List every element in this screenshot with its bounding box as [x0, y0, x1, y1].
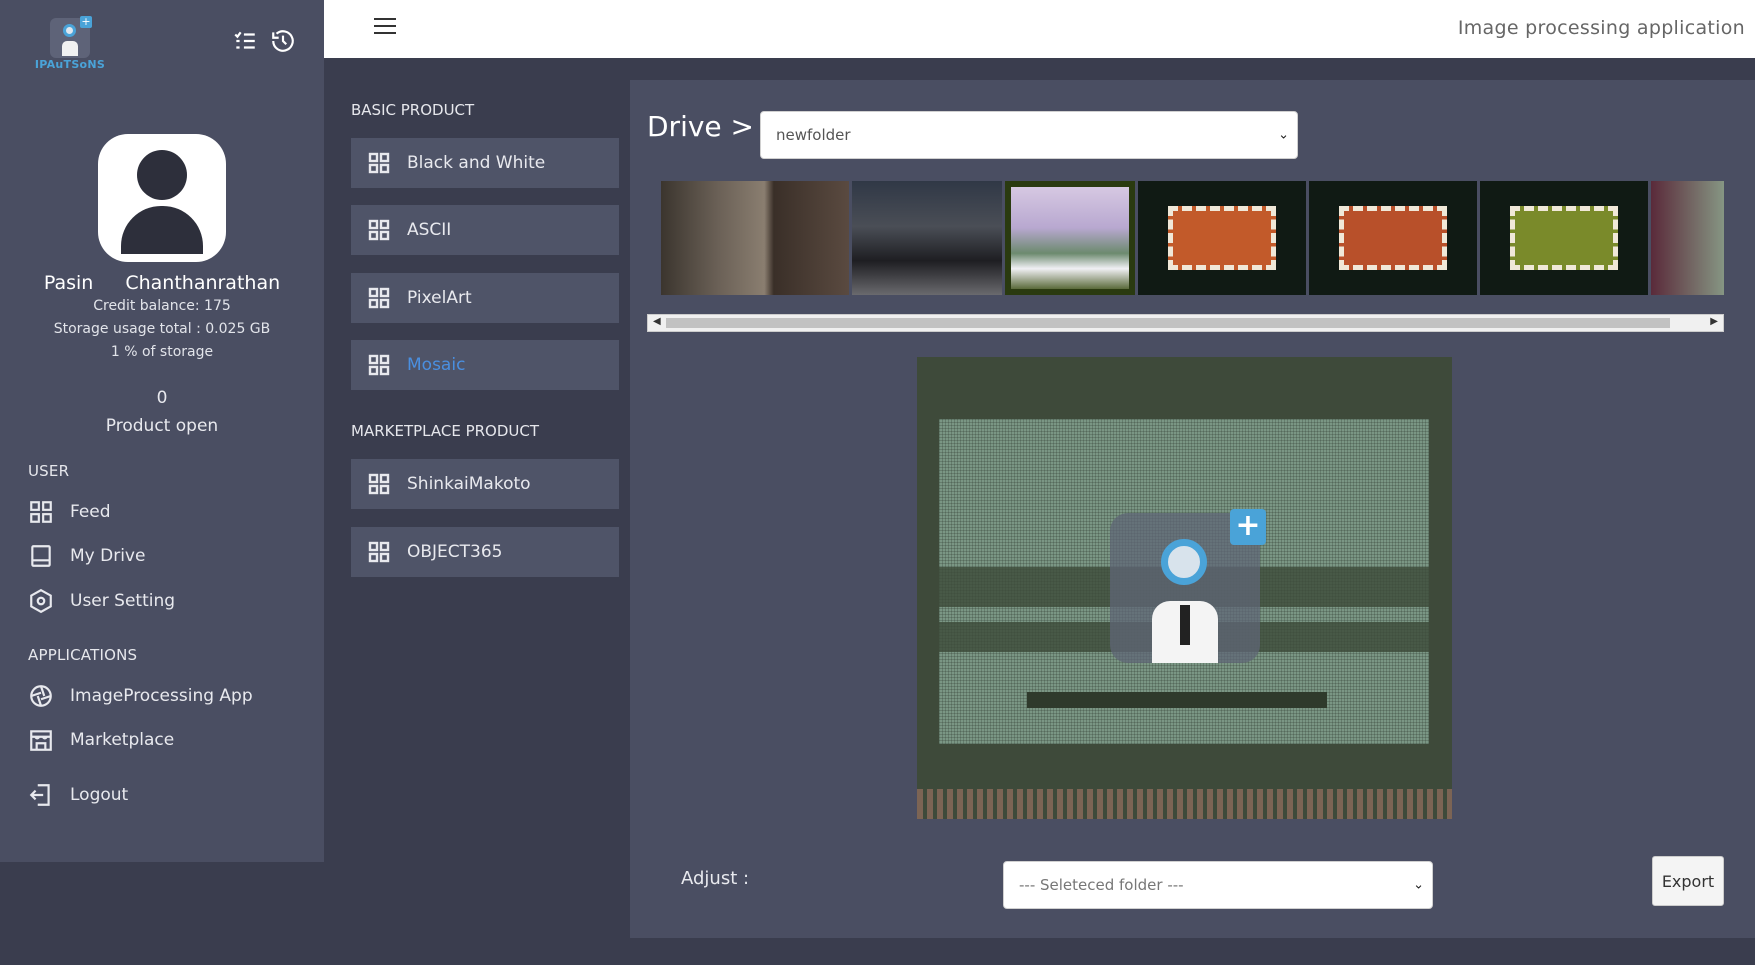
app-title: Image processing application — [1457, 17, 1745, 39]
nav-my-drive[interactable]: My Drive — [28, 542, 145, 570]
grid-icon — [368, 541, 390, 563]
chevron-down-icon: ⌄ — [1413, 877, 1424, 893]
folder-select[interactable]: newfolder ⌄ — [760, 111, 1298, 159]
product-mosaic[interactable]: Mosaic — [351, 340, 619, 390]
product-black-and-white[interactable]: Black and White — [351, 138, 619, 188]
thumbnail[interactable] — [1005, 181, 1135, 295]
scroll-right-icon[interactable]: ▶ — [1710, 316, 1718, 327]
user-name: Pasin Chanthanrathan — [43, 272, 281, 294]
nav-marketplace[interactable]: Marketplace — [28, 726, 174, 754]
drive-icon — [31, 545, 51, 567]
settings-hex-icon — [30, 588, 52, 614]
product-count: 0 — [156, 388, 168, 408]
product-pixelart[interactable]: PixelArt — [351, 273, 619, 323]
app-logo-icon: + — [1110, 509, 1266, 663]
task-list-icon[interactable] — [232, 28, 258, 54]
nav-user-setting[interactable]: User Setting — [28, 587, 175, 615]
app-logo[interactable]: + IPAuTSoNS — [34, 16, 106, 72]
grid-icon — [368, 287, 390, 309]
logo-icon: + — [50, 16, 92, 58]
user-icon — [137, 150, 187, 200]
user-section-title: USER — [28, 462, 70, 480]
thumbnail[interactable] — [1480, 181, 1648, 295]
sidebar: + IPAuTSoNS Pasin Chanthanrathan Credit b… — [0, 0, 324, 862]
storage-percent: 1 % of storage — [110, 344, 214, 360]
history-icon[interactable] — [270, 28, 296, 54]
storage-total: Storage usage total : 0.025 GB — [53, 321, 271, 337]
nav-imageprocessing-app[interactable]: ImageProcessing App — [28, 682, 253, 710]
thumbnail[interactable] — [1138, 181, 1306, 295]
thumbnail[interactable] — [1651, 181, 1724, 295]
logout-icon — [29, 784, 50, 806]
product-open-label: Product open — [105, 416, 219, 436]
chevron-down-icon: ⌄ — [1278, 127, 1289, 143]
logo-text: IPAuTSoNS — [34, 58, 106, 71]
thumbnail[interactable] — [852, 181, 1002, 295]
applications-section-title: APPLICATIONS — [28, 646, 138, 664]
product-ascii[interactable]: ASCII — [351, 205, 619, 255]
grid-icon — [368, 152, 390, 174]
logout-link[interactable]: Logout — [28, 781, 128, 809]
product-object365[interactable]: OBJECT365 — [351, 527, 619, 577]
grid-icon — [30, 501, 52, 523]
grid-icon — [368, 219, 390, 241]
store-icon — [30, 730, 52, 751]
aperture-icon — [30, 685, 52, 707]
product-shinkaimakoto[interactable]: ShinkaiMakoto — [351, 459, 619, 509]
credit-balance: Credit balance: 175 — [93, 298, 231, 314]
adjust-label: Adjust : — [681, 868, 750, 889]
top-bar: Image processing application — [324, 0, 1755, 58]
thumbnail[interactable] — [1309, 181, 1477, 295]
drive-label: Drive > — [647, 110, 755, 143]
thumbnail[interactable] — [661, 181, 849, 295]
export-button[interactable]: Export — [1652, 856, 1724, 906]
marketplace-product-title: MARKETPLACE PRODUCT — [351, 422, 540, 440]
scroll-left-icon[interactable]: ◀ — [653, 316, 661, 327]
main-panel: Drive > newfolder ⌄ ◀ ▶ + Adjust : --- S… — [630, 80, 1755, 938]
hamburger-menu-icon[interactable] — [374, 18, 396, 38]
nav-feed[interactable]: Feed — [28, 498, 111, 526]
horizontal-scrollbar[interactable]: ◀ ▶ — [647, 314, 1724, 332]
processed-image-preview: + — [917, 357, 1452, 819]
scrollbar-thumb[interactable] — [666, 318, 1670, 328]
image-strip[interactable] — [661, 181, 1724, 295]
adjust-folder-select[interactable]: --- Seleteced folder --- ⌄ — [1003, 861, 1433, 909]
grid-icon — [368, 354, 390, 376]
avatar[interactable] — [98, 134, 226, 262]
grid-icon — [368, 473, 390, 495]
basic-product-title: BASIC PRODUCT — [351, 101, 475, 119]
